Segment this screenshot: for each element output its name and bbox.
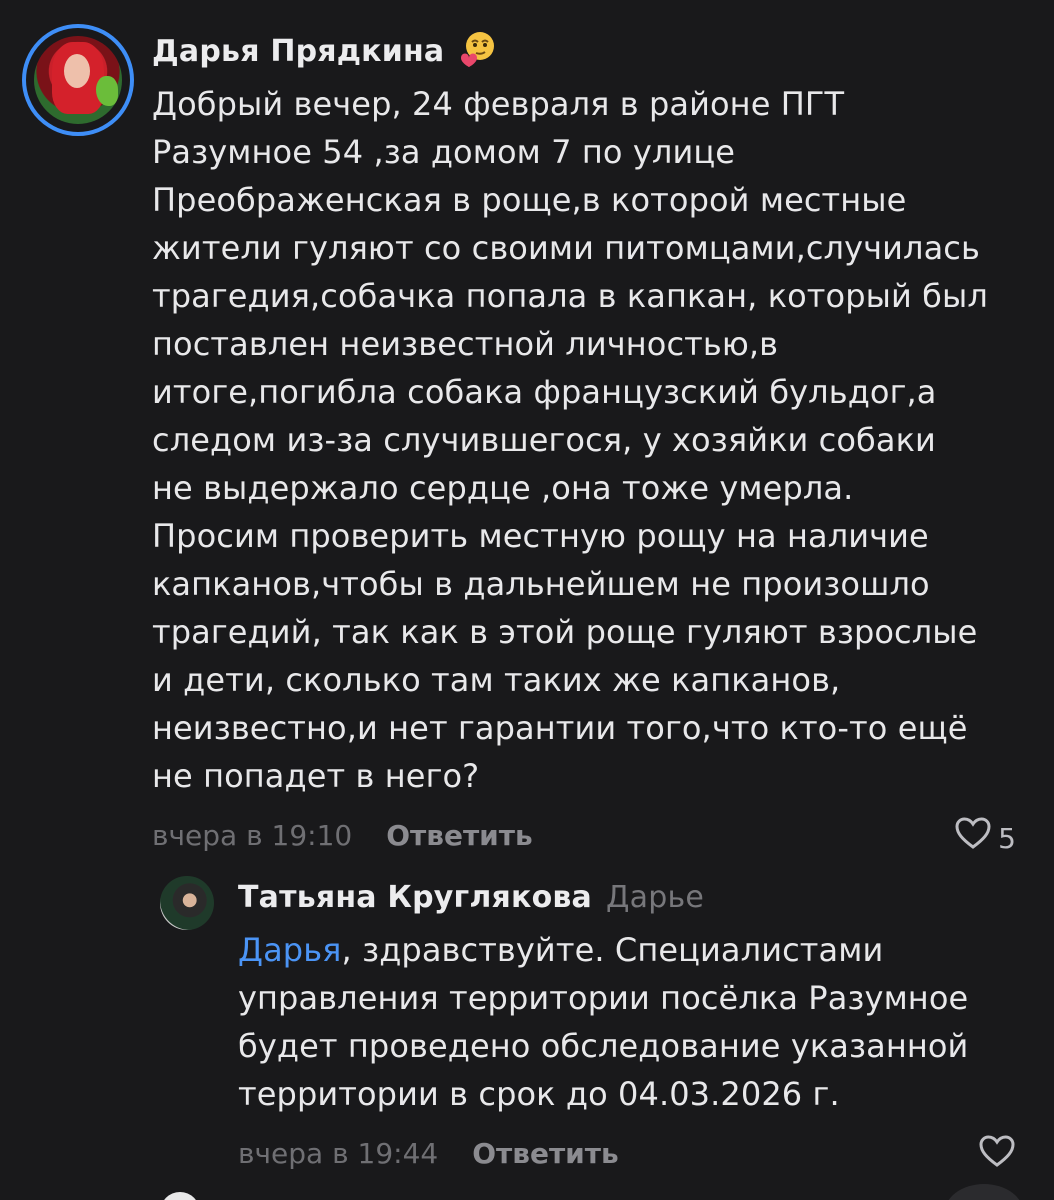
- timestamp: вчера в 19:10: [152, 819, 353, 852]
- mention-link[interactable]: Дарья: [238, 931, 342, 969]
- comment-header: Татьяна Круглякова Дарье: [238, 876, 1030, 920]
- timestamp: вчера в 19:44: [238, 1137, 439, 1170]
- smirking-face-with-heart-emoji-icon: [458, 28, 498, 68]
- comment-content: Дарья Прядкина Добрый вечер, 24 февраля …: [152, 30, 1030, 856]
- comment-meta: вчера в 19:44 Ответить: [238, 1134, 1030, 1174]
- author-name[interactable]: Дарья Прядкина: [152, 30, 444, 74]
- next-avatar-partial: [160, 1192, 200, 1200]
- comment-text-body: , здравствуйте. Специалистами управления…: [238, 931, 969, 1113]
- like-button[interactable]: 5: [954, 816, 1016, 861]
- comment-meta: вчера в 19:10 Ответить 5: [152, 816, 1030, 856]
- heart-icon: [978, 1134, 1016, 1179]
- comment-content: Татьяна Круглякова Дарье Дарья, здравств…: [238, 876, 1030, 1174]
- comment-text: Дарья, здравствуйте. Специалистами управ…: [238, 926, 1030, 1118]
- comments-page: Дарья Прядкина Добрый вечер, 24 февраля …: [0, 0, 1054, 1200]
- comment-header: Дарья Прядкина: [152, 30, 1030, 74]
- like-button[interactable]: [978, 1134, 1016, 1179]
- reply-button[interactable]: Ответить: [472, 1134, 619, 1174]
- author-name[interactable]: Татьяна Круглякова: [238, 876, 592, 920]
- like-count: 5: [998, 821, 1016, 855]
- reply-button[interactable]: Ответить: [386, 816, 533, 856]
- comment-text: Добрый вечер, 24 февраля в районе ПГТ Ра…: [152, 85, 988, 795]
- avatar[interactable]: [34, 36, 122, 124]
- floating-button-partial[interactable]: [944, 1184, 1024, 1200]
- reply-to-label: Дарье: [606, 880, 705, 915]
- heart-icon: [954, 816, 992, 861]
- avatar[interactable]: [160, 876, 214, 930]
